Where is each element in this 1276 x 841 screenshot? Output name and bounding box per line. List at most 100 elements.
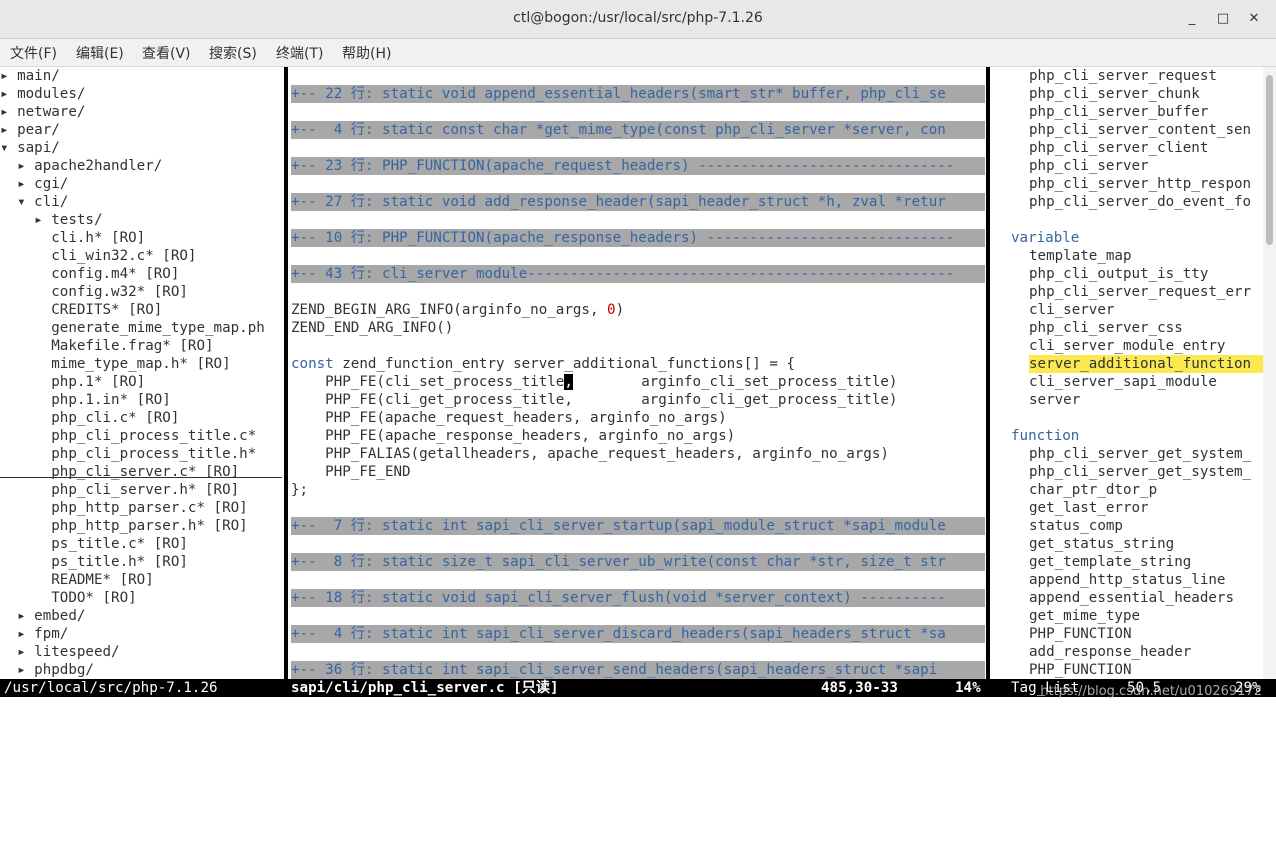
tag-item[interactable]: add_response_header — [1029, 643, 1191, 661]
tree-item[interactable]: php_cli.c* [RO] — [0, 409, 179, 427]
tag-group-header[interactable]: function — [1011, 427, 1079, 445]
fold-line[interactable]: +-- 8 行: static size_t sapi_cli_server_u… — [291, 553, 985, 571]
tag-item[interactable]: template_map — [1029, 247, 1132, 265]
fold-line[interactable]: +-- 36 行: static int sapi_cli_server_sen… — [291, 661, 985, 679]
tree-item[interactable]: php_http_parser.h* [RO] — [0, 517, 247, 535]
file-tree-pane[interactable]: ▸ main/ ▸ modules/ ▸ netware/ ▸ pear/ ▾ … — [0, 67, 283, 679]
fold-line[interactable]: +-- 4 行: static int sapi_cli_server_disc… — [291, 625, 985, 643]
tree-item[interactable]: php_cli_server.h* [RO] — [0, 481, 239, 499]
tree-item[interactable]: ▸ cgi/ — [0, 175, 68, 193]
tree-item[interactable]: config.m4* [RO] — [0, 265, 179, 283]
pane-separator[interactable] — [986, 67, 990, 679]
menu-terminal[interactable]: 终端(T) — [276, 43, 323, 63]
tag-item[interactable]: append_essential_headers — [1029, 589, 1234, 607]
tree-item[interactable]: ▸ tests/ — [0, 211, 102, 229]
code-line[interactable]: PHP_FALIAS(getallheaders, apache_request… — [291, 445, 889, 463]
tag-list-pane[interactable]: php_cli_server_request php_cli_server_ch… — [993, 67, 1263, 679]
tag-item[interactable]: php_cli_server_buffer — [1029, 103, 1208, 121]
tag-item[interactable]: php_cli_server_css — [1029, 319, 1183, 337]
fold-line[interactable]: +-- 27 行: static void add_response_heade… — [291, 193, 985, 211]
tag-item[interactable]: cli_server_sapi_module — [1029, 373, 1217, 391]
tree-item[interactable]: php_cli_process_title.h* — [0, 445, 256, 463]
tree-item[interactable]: cli.h* [RO] — [0, 229, 145, 247]
tree-item[interactable]: ▾ sapi/ — [0, 139, 60, 157]
tag-item[interactable]: get_status_string — [1029, 535, 1174, 553]
tag-item[interactable]: char_ptr_dtor_p — [1029, 481, 1157, 499]
tag-item[interactable]: php_cli_server_get_system_ — [1029, 445, 1251, 463]
tree-item[interactable]: README* [RO] — [0, 571, 154, 589]
tree-item[interactable]: ▸ litespeed/ — [0, 643, 120, 661]
tree-item[interactable]: CREDITS* [RO] — [0, 301, 162, 319]
tree-item[interactable]: cli_win32.c* [RO] — [0, 247, 196, 265]
tag-item[interactable]: php_cli_server_get_system_ — [1029, 463, 1251, 481]
code-line[interactable]: ZEND_BEGIN_ARG_INFO(arginfo_no_args, 0) — [291, 301, 624, 319]
code-line[interactable]: }; — [291, 481, 308, 499]
tag-item-selected[interactable]: server_additional_function — [1029, 355, 1263, 373]
fold-line[interactable]: +-- 22 行: static void append_essential_h… — [291, 85, 985, 103]
code-line[interactable]: PHP_FE_END — [291, 463, 410, 481]
tag-item[interactable]: server — [1029, 391, 1080, 409]
code-line[interactable]: PHP_FE(apache_response_headers, arginfo_… — [291, 427, 735, 445]
fold-line[interactable]: +-- 23 行: PHP_FUNCTION(apache_request_he… — [291, 157, 985, 175]
tree-item[interactable]: php.1* [RO] — [0, 373, 145, 391]
pane-separator[interactable] — [284, 67, 288, 679]
tag-item[interactable]: cli_server — [1029, 301, 1114, 319]
tree-item[interactable]: ▸ embed/ — [0, 607, 85, 625]
menu-file[interactable]: 文件(F) — [10, 43, 57, 63]
tag-item[interactable]: php_cli_server_client — [1029, 139, 1208, 157]
tree-item[interactable]: php_cli_process_title.c* — [0, 427, 256, 445]
tree-item[interactable]: ▸ fpm/ — [0, 625, 68, 643]
tree-item[interactable]: Makefile.frag* [RO] — [0, 337, 213, 355]
tag-item[interactable]: cli_server_module_entry — [1029, 337, 1225, 355]
tree-item[interactable]: mime_type_map.h* [RO] — [0, 355, 230, 373]
tag-item[interactable]: get_template_string — [1029, 553, 1191, 571]
tag-item[interactable]: get_last_error — [1029, 499, 1149, 517]
tree-item[interactable]: ▸ main/ — [0, 67, 60, 85]
tag-item[interactable]: PHP_FUNCTION — [1029, 625, 1132, 643]
tree-item[interactable]: ▸ phpdbg/ — [0, 661, 94, 679]
tag-item[interactable]: php_cli_server_request_err — [1029, 283, 1251, 301]
tree-item[interactable]: generate_mime_type_map.ph — [0, 319, 265, 337]
fold-line[interactable]: +-- 10 行: PHP_FUNCTION(apache_response_h… — [291, 229, 985, 247]
tree-item[interactable]: ▾ cli/ — [0, 193, 68, 211]
terminal-scrollbar[interactable] — [1263, 67, 1276, 679]
fold-line[interactable]: +-- 43 行: cli_server module-------------… — [291, 265, 985, 283]
maximize-icon[interactable]: □ — [1212, 8, 1234, 30]
tree-item[interactable]: php.1.in* [RO] — [0, 391, 171, 409]
tag-item[interactable]: php_cli_server_content_sen — [1029, 121, 1251, 139]
code-editor-pane[interactable]: +-- 22 行: static void append_essential_h… — [291, 67, 985, 679]
code-line[interactable]: const zend_function_entry server_additio… — [291, 355, 795, 373]
close-icon[interactable]: ✕ — [1243, 8, 1265, 30]
code-line-current[interactable]: PHP_FE(cli_set_process_title, arginfo_cl… — [291, 373, 897, 391]
tag-item[interactable]: status_comp — [1029, 517, 1123, 535]
fold-line[interactable]: +-- 4 行: static const char *get_mime_typ… — [291, 121, 985, 139]
scrollbar-thumb[interactable] — [1266, 75, 1273, 245]
tree-item[interactable]: ps_title.c* [RO] — [0, 535, 188, 553]
tree-item[interactable]: config.w32* [RO] — [0, 283, 188, 301]
fold-line[interactable]: +-- 18 行: static void sapi_cli_server_fl… — [291, 589, 985, 607]
tag-item[interactable]: php_cli_server_request — [1029, 67, 1217, 85]
tag-item[interactable]: php_cli_server_http_respon — [1029, 175, 1251, 193]
tree-item[interactable]: ▸ apache2handler/ — [0, 157, 162, 175]
tree-item[interactable]: ▸ netware/ — [0, 103, 85, 121]
tag-item[interactable]: append_http_status_line — [1029, 571, 1225, 589]
menu-edit[interactable]: 编辑(E) — [76, 43, 124, 63]
tag-item[interactable]: PHP_FUNCTION — [1029, 661, 1132, 679]
tag-group-header[interactable]: variable — [1011, 229, 1079, 247]
menu-view[interactable]: 查看(V) — [142, 43, 191, 63]
code-line[interactable]: PHP_FE(cli_get_process_title, arginfo_cl… — [291, 391, 897, 409]
tree-item[interactable]: ▸ pear/ — [0, 121, 60, 139]
fold-line[interactable]: +-- 7 行: static int sapi_cli_server_star… — [291, 517, 985, 535]
tag-item[interactable]: php_cli_server — [1029, 157, 1149, 175]
tree-item[interactable]: TODO* [RO] — [0, 589, 136, 607]
tag-item[interactable]: get_mime_type — [1029, 607, 1140, 625]
code-line[interactable]: PHP_FE(apache_request_headers, arginfo_n… — [291, 409, 726, 427]
minimize-icon[interactable]: _ — [1181, 8, 1203, 30]
tree-item[interactable]: ▸ modules/ — [0, 85, 85, 103]
menu-search[interactable]: 搜索(S) — [209, 43, 257, 63]
terminal-area[interactable]: ▸ main/ ▸ modules/ ▸ netware/ ▸ pear/ ▾ … — [0, 67, 1276, 716]
tag-item[interactable]: php_cli_server_chunk — [1029, 85, 1200, 103]
code-line[interactable]: ZEND_END_ARG_INFO() — [291, 319, 453, 337]
tree-item[interactable]: ps_title.h* [RO] — [0, 553, 188, 571]
tree-item[interactable]: php_http_parser.c* [RO] — [0, 499, 247, 517]
